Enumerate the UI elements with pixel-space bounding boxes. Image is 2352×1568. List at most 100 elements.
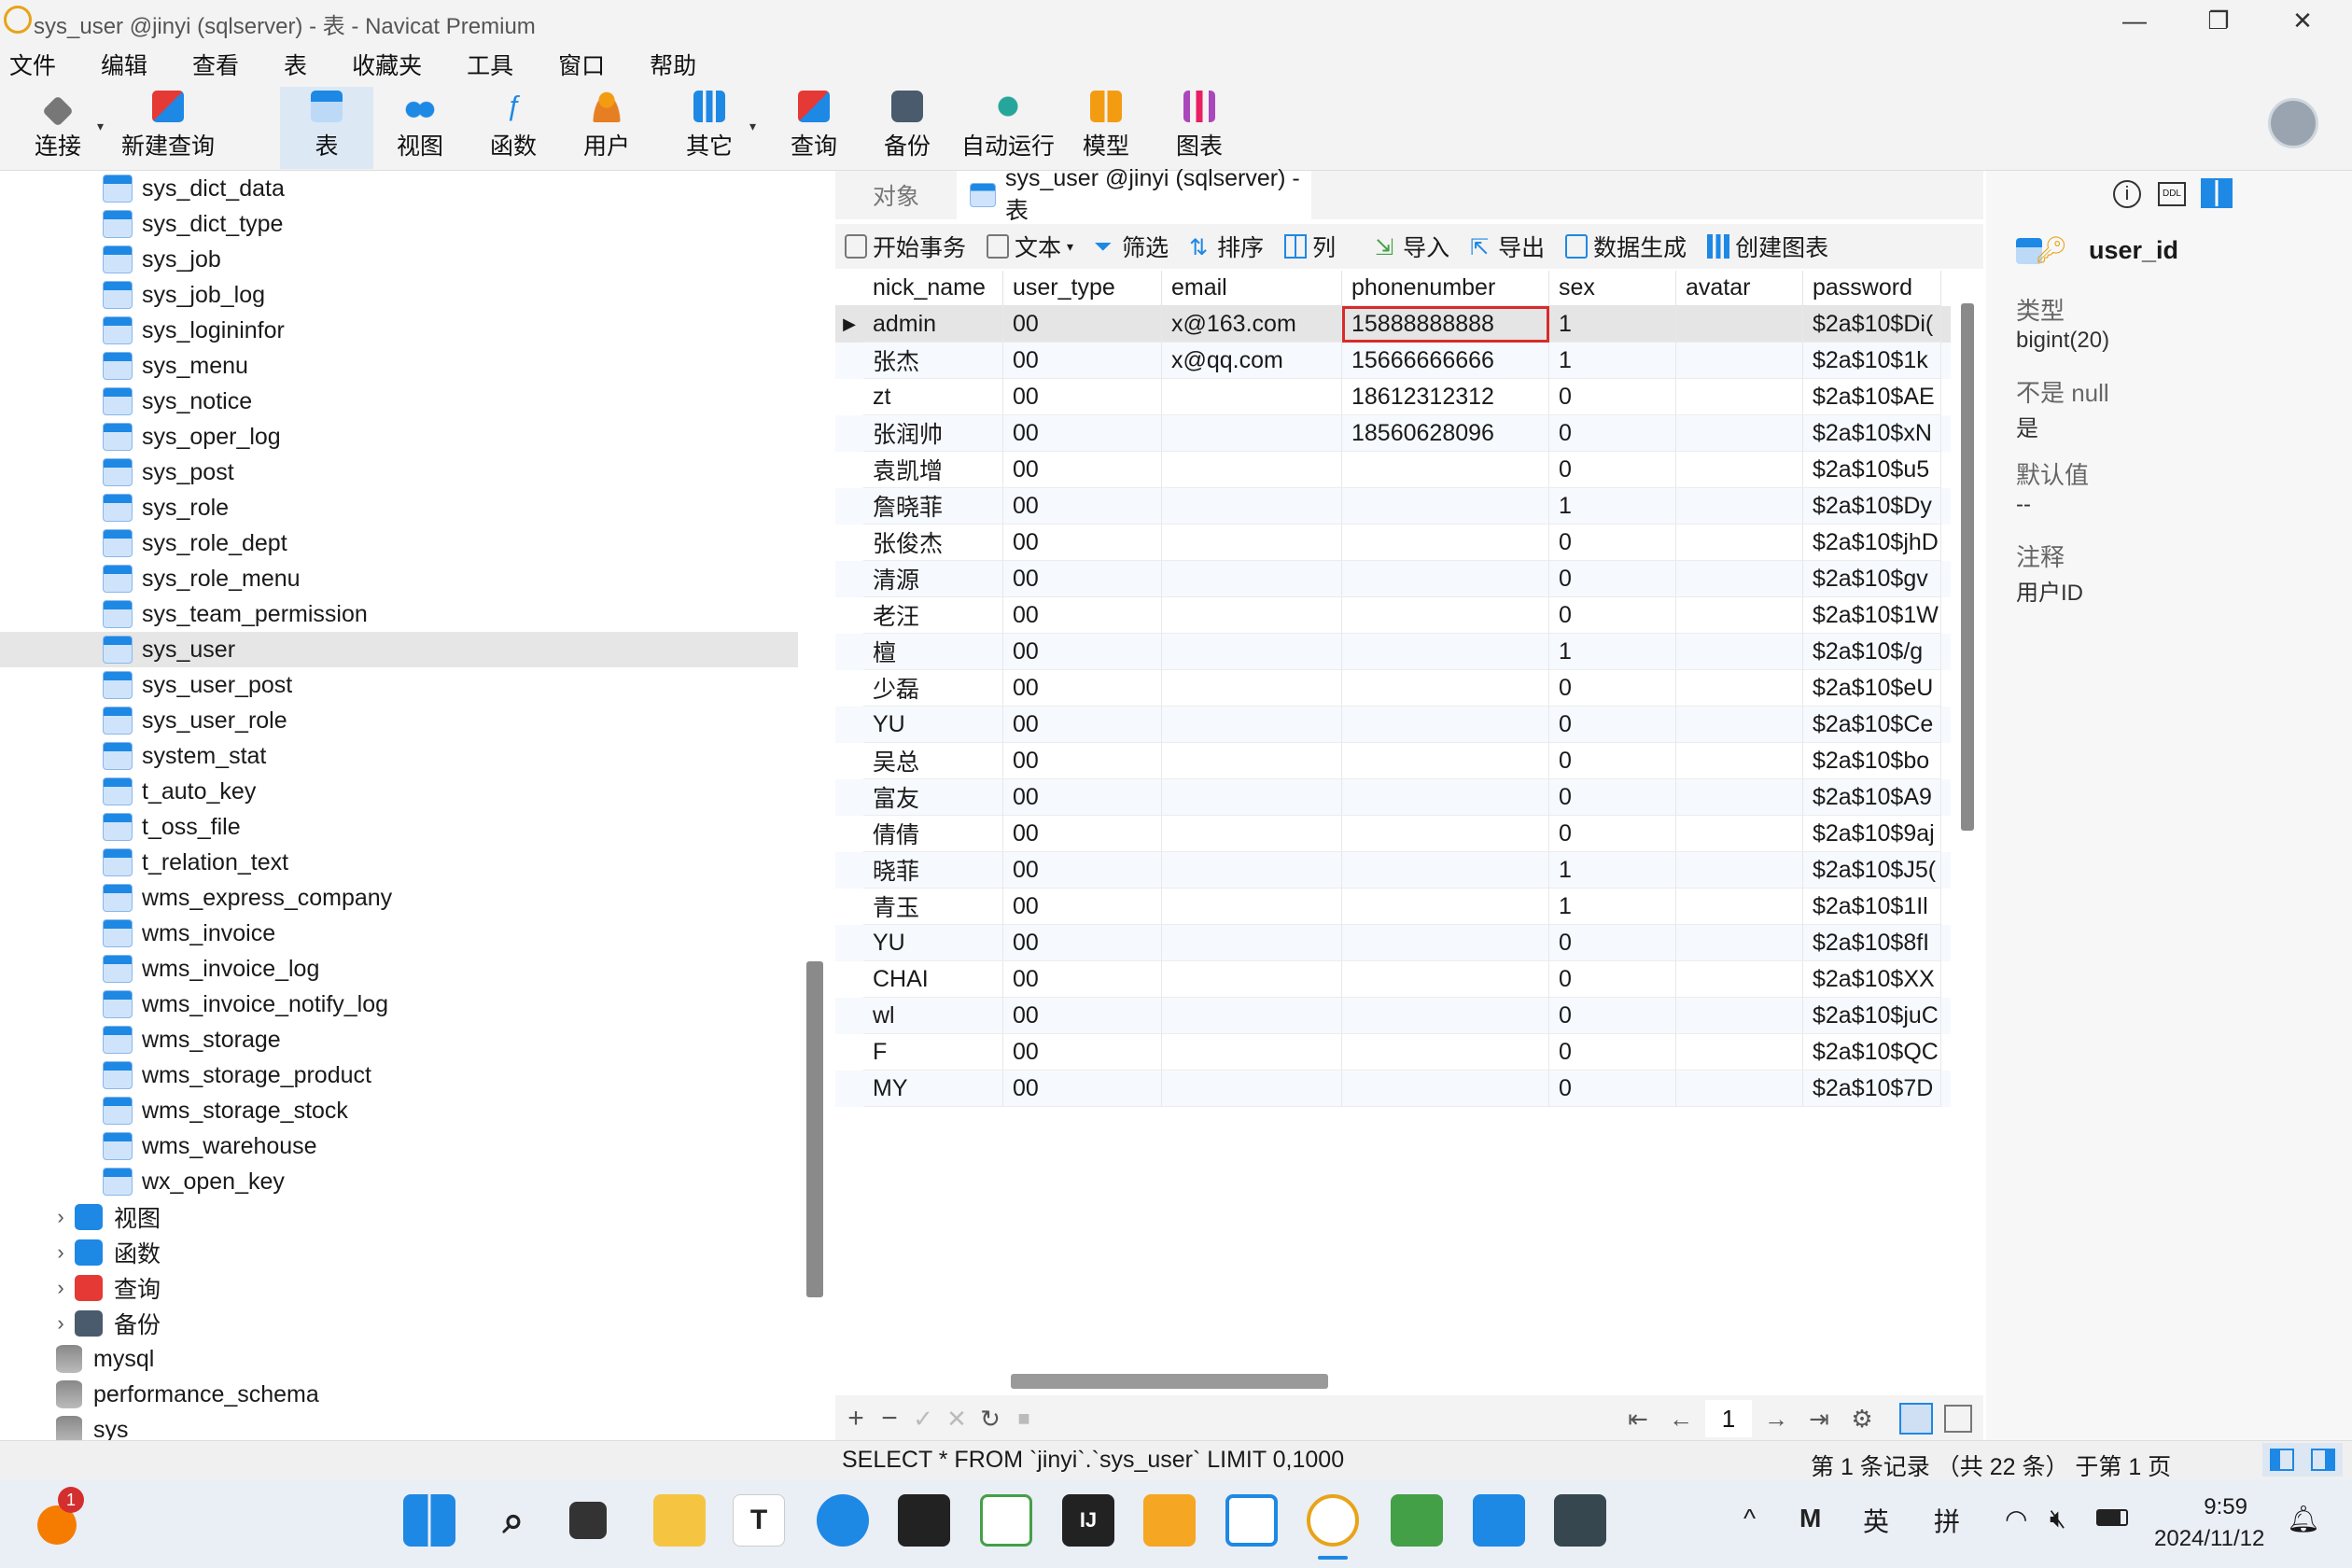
table-row[interactable]: YU 00 0 $2a$10$8fI — [835, 925, 1951, 961]
cell-password[interactable]: $2a$10$juC — [1803, 998, 1941, 1034]
model-button[interactable]: 模型 — [1069, 87, 1143, 169]
cell-password[interactable]: $2a$10$eU — [1803, 670, 1941, 707]
start-windows-icon[interactable] — [403, 1494, 455, 1547]
cell-nick-name[interactable]: 檀 — [863, 634, 1003, 670]
intellij-idea-icon[interactable]: IJ — [1062, 1494, 1114, 1547]
column-header[interactable]: password — [1803, 271, 1941, 306]
cell-password[interactable]: $2a$10$bo — [1803, 743, 1941, 779]
menu-view[interactable]: 查看 — [147, 48, 239, 81]
cell-email[interactable] — [1162, 634, 1342, 670]
cell-password[interactable]: $2a$10$J5( — [1803, 852, 1941, 889]
table-row[interactable]: YU 00 0 $2a$10$Ce — [835, 707, 1951, 743]
tree-table-item[interactable]: wms_storage — [0, 1022, 798, 1057]
cell-password[interactable]: $2a$10$1k — [1803, 343, 1941, 379]
cell-avatar[interactable] — [1676, 998, 1803, 1034]
cell-user-type[interactable]: 00 — [1003, 452, 1162, 488]
menu-edit[interactable]: 编辑 — [56, 48, 147, 81]
cell-nick-name[interactable]: 晓菲 — [863, 852, 1003, 889]
tree-database-item[interactable]: performance_schema — [0, 1377, 798, 1412]
tree-table-item[interactable]: wms_warehouse — [0, 1128, 798, 1164]
file-explorer-icon[interactable] — [653, 1494, 706, 1547]
tree-table-item[interactable]: sys_job_log — [0, 277, 798, 313]
cell-user-type[interactable]: 00 — [1003, 306, 1162, 343]
cell-avatar[interactable] — [1676, 743, 1803, 779]
table-row[interactable]: 富友 00 0 $2a$10$A9 — [835, 779, 1951, 816]
column-header[interactable]: sex — [1549, 271, 1676, 306]
cell-sex[interactable]: 0 — [1549, 743, 1676, 779]
cell-sex[interactable]: 0 — [1549, 707, 1676, 743]
cell-user-type[interactable]: 00 — [1003, 379, 1162, 415]
cell-nick-name[interactable]: YU — [863, 925, 1003, 961]
other-dropdown-icon[interactable]: ▾ — [749, 119, 756, 134]
cell-email[interactable] — [1162, 925, 1342, 961]
cell-sex[interactable]: 1 — [1549, 343, 1676, 379]
menu-window[interactable]: 窗口 — [513, 48, 605, 81]
cell-password[interactable]: $2a$10$8fI — [1803, 925, 1941, 961]
cell-sex[interactable]: 0 — [1549, 925, 1676, 961]
tray-chevron-up-icon[interactable]: ^ — [1743, 1504, 1756, 1533]
create-chart-button[interactable]: 创建图表 — [1707, 230, 1828, 263]
tab-sys-user[interactable]: sys_user @jinyi (sqlserver) - 表 — [957, 165, 1311, 224]
data-generation-button[interactable]: 数据生成 — [1565, 230, 1687, 263]
cell-phonenumber[interactable] — [1342, 525, 1549, 561]
row-marker[interactable] — [835, 343, 863, 379]
cell-nick-name[interactable]: 老汪 — [863, 597, 1003, 634]
table-row[interactable]: 张俊杰 00 0 $2a$10$jhD — [835, 525, 1951, 561]
settings-gear-icon[interactable]: ⚙ — [1843, 1395, 1881, 1442]
backup-button[interactable]: 备份 — [870, 87, 945, 169]
table-row[interactable]: 青玉 00 1 $2a$10$1Il — [835, 889, 1951, 925]
remote-app-icon[interactable] — [1225, 1494, 1278, 1547]
maximize-button[interactable]: ❐ — [2186, 0, 2251, 42]
table-row[interactable]: 清源 00 0 $2a$10$gv — [835, 561, 1951, 597]
tree-table-item[interactable]: sys_dict_data — [0, 171, 798, 206]
cell-phonenumber[interactable]: 15888888888 — [1342, 306, 1549, 343]
cell-user-type[interactable]: 00 — [1003, 1034, 1162, 1071]
row-marker[interactable] — [835, 852, 863, 889]
column-header[interactable]: avatar — [1676, 271, 1803, 306]
toggle-left-panel-icon[interactable] — [2270, 1449, 2294, 1471]
cell-password[interactable]: $2a$10$1W — [1803, 597, 1941, 634]
tree-table-item[interactable]: sys_user_role — [0, 703, 798, 738]
tree-group-item[interactable]: › 函数 — [0, 1235, 798, 1270]
cell-nick-name[interactable]: 詹晓菲 — [863, 488, 1003, 525]
cell-email[interactable] — [1162, 998, 1342, 1034]
cell-user-type[interactable]: 00 — [1003, 707, 1162, 743]
cell-phonenumber[interactable]: 18612312312 — [1342, 379, 1549, 415]
row-marker[interactable] — [835, 889, 863, 925]
notification-bell-icon[interactable]: 🔔︎ — [2287, 1504, 2320, 1534]
tree-group-item[interactable]: › 视图 — [0, 1199, 798, 1235]
navicat-taskbar-icon[interactable] — [1307, 1494, 1359, 1547]
vscode-icon[interactable] — [1473, 1494, 1525, 1547]
query-button[interactable]: 查询 — [777, 87, 851, 169]
typora-icon[interactable]: T — [733, 1494, 785, 1547]
column-header[interactable]: user_type — [1003, 271, 1162, 306]
tray-app-icon[interactable]: M — [1799, 1504, 1821, 1533]
current-row-marker-icon[interactable]: ▶ — [835, 306, 863, 343]
tree-database-item[interactable]: sys — [0, 1412, 798, 1440]
cell-email[interactable] — [1162, 961, 1342, 998]
cell-nick-name[interactable]: CHAI — [863, 961, 1003, 998]
cell-nick-name[interactable]: 清源 — [863, 561, 1003, 597]
refresh-button[interactable]: ↻ — [973, 1395, 1007, 1442]
cell-avatar[interactable] — [1676, 1034, 1803, 1071]
search-icon[interactable]: ⌕ — [487, 1494, 539, 1547]
cell-phonenumber[interactable] — [1342, 743, 1549, 779]
column-header[interactable]: phonenumber — [1342, 271, 1549, 306]
ddl-icon[interactable]: DDL — [2158, 182, 2186, 206]
menu-file[interactable]: 文件 — [0, 48, 56, 81]
stop-button[interactable]: ■ — [1007, 1395, 1041, 1442]
cell-user-type[interactable]: 00 — [1003, 488, 1162, 525]
apply-changes-button[interactable]: ✓ — [906, 1395, 940, 1442]
export-button[interactable]: ⇱ 导出 — [1470, 230, 1545, 263]
column-header[interactable]: email — [1162, 271, 1342, 306]
cell-nick-name[interactable]: 张俊杰 — [863, 525, 1003, 561]
wechat-icon[interactable] — [980, 1494, 1032, 1547]
cell-avatar[interactable] — [1676, 343, 1803, 379]
grid-view-icon[interactable] — [1899, 1403, 1933, 1435]
cell-sex[interactable]: 0 — [1549, 415, 1676, 452]
add-record-button[interactable]: + — [839, 1395, 873, 1442]
table-row[interactable]: F 00 0 $2a$10$QC — [835, 1034, 1951, 1071]
table-row[interactable]: 檀 00 1 $2a$10$/g — [835, 634, 1951, 670]
chevron-right-icon[interactable]: › — [47, 1205, 75, 1229]
cell-sex[interactable]: 0 — [1549, 816, 1676, 852]
